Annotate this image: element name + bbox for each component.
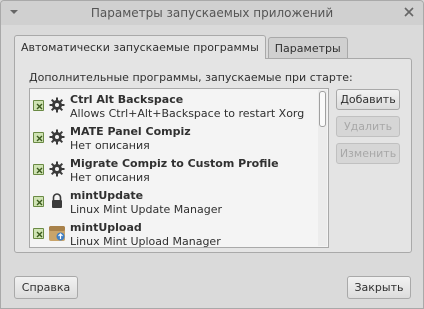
gear-icon: [49, 161, 65, 177]
enable-checkbox[interactable]: [33, 100, 44, 111]
item-description: Linux Mint Upload Manager: [70, 235, 221, 248]
list-item[interactable]: mintUpdate Linux Mint Update Manager: [30, 187, 318, 219]
item-description: Linux Mint Update Manager: [70, 203, 223, 216]
add-button[interactable]: Добавить: [336, 89, 400, 110]
remove-button[interactable]: Удалить: [336, 116, 400, 137]
item-name: Ctrl Alt Backspace: [70, 93, 184, 106]
window-title: Параметры запускаемых приложений: [90, 6, 334, 20]
list-item[interactable]: Ctrl Alt Backspace Allows Ctrl+Alt+Backs…: [30, 91, 318, 123]
item-description: Нет описания: [70, 139, 150, 152]
gear-icon: [49, 97, 65, 113]
item-name: MATE Panel Compiz: [70, 125, 191, 138]
tab-autostart-programs[interactable]: Автоматически запускаемые программы: [14, 35, 266, 59]
item-name: mintUpdate: [70, 189, 144, 202]
help-button[interactable]: Справка: [14, 276, 78, 299]
edit-button[interactable]: Изменить: [336, 143, 400, 164]
startup-applications-window: Параметры запускаемых приложений Автомат…: [0, 0, 424, 309]
list-item[interactable]: MATE Panel Compiz Нет описания: [30, 123, 318, 155]
scrollbar-thumb[interactable]: [319, 91, 326, 127]
lock-icon: [52, 193, 62, 208]
tab-options[interactable]: Параметры: [267, 37, 348, 59]
close-window-icon[interactable]: [403, 6, 415, 18]
item-description: Нет описания: [70, 171, 150, 184]
close-button[interactable]: Закрыть: [347, 276, 411, 299]
dialog-body: Автоматически запускаемые программы Пара…: [1, 25, 423, 308]
vertical-scrollbar[interactable]: [318, 90, 327, 246]
tab-panel: Дополнительные программы, запускаемые пр…: [14, 58, 412, 253]
list-item[interactable]: mintUpload Linux Mint Upload Manager: [30, 219, 318, 248]
tab-bar: Автоматически запускаемые программы Пара…: [14, 35, 350, 59]
titlebar: Параметры запускаемых приложений: [1, 1, 423, 25]
list-item[interactable]: Migrate Compiz to Custom Profile Нет опи…: [30, 155, 318, 187]
upload-icon: [49, 226, 65, 241]
startup-programs-label: Дополнительные программы, запускаемые пр…: [29, 71, 353, 84]
item-description: Allows Ctrl+Alt+Backspace to restart Xor…: [70, 107, 305, 120]
enable-checkbox[interactable]: [33, 132, 44, 143]
enable-checkbox[interactable]: [33, 164, 44, 175]
item-name: mintUpload: [70, 221, 142, 234]
item-name: Migrate Compiz to Custom Profile: [70, 157, 279, 170]
gear-icon: [49, 129, 65, 145]
startup-programs-list[interactable]: Ctrl Alt Backspace Allows Ctrl+Alt+Backs…: [29, 88, 329, 248]
enable-checkbox[interactable]: [33, 196, 44, 207]
enable-checkbox[interactable]: [33, 228, 44, 239]
